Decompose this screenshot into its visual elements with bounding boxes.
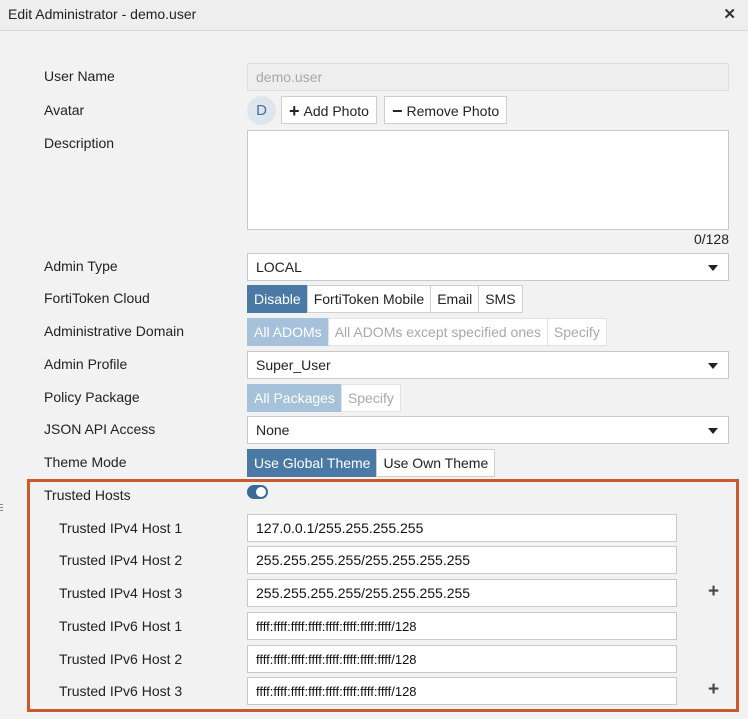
json-api-label: JSON API Access xyxy=(44,421,156,437)
avatar-label: Avatar xyxy=(44,102,85,118)
trusted-ipv4-host-2-input[interactable] xyxy=(247,546,677,574)
json-api-select[interactable]: None xyxy=(247,416,729,444)
fortitoken-cloud-label: FortiToken Cloud xyxy=(44,290,150,306)
json-api-value: None xyxy=(256,422,290,438)
trusted-host-label: Trusted IPv4 Host 2 xyxy=(59,552,183,568)
user-name-input[interactable] xyxy=(247,63,729,91)
trusted-host-label: Trusted IPv6 Host 1 xyxy=(59,618,183,634)
chevron-down-icon xyxy=(708,363,718,369)
policy-package-option-specify[interactable]: Specify xyxy=(340,384,401,412)
trusted-host-label: Trusted IPv4 Host 1 xyxy=(59,520,183,536)
admin-profile-value: Super_User xyxy=(256,357,331,373)
close-icon[interactable]: ✕ xyxy=(723,5,736,23)
trusted-hosts-toggle[interactable] xyxy=(247,485,268,499)
add-photo-label: Add Photo xyxy=(303,103,369,119)
policy-package-toggle-group: All Packages Specify xyxy=(247,384,401,412)
admin-type-select[interactable]: LOCAL xyxy=(247,253,729,281)
admin-domain-option-specify[interactable]: Specify xyxy=(546,318,607,346)
admin-type-value: LOCAL xyxy=(256,259,302,275)
policy-package-option-all[interactable]: All Packages xyxy=(247,384,342,412)
fortitoken-option-disable[interactable]: Disable xyxy=(247,285,308,313)
chevron-down-icon xyxy=(708,428,718,434)
description-textarea[interactable] xyxy=(247,130,729,230)
description-counter: 0/128 xyxy=(693,231,729,247)
trusted-host-label: Trusted IPv6 Host 3 xyxy=(59,683,183,699)
toggle-knob xyxy=(256,487,266,497)
user-name-label: User Name xyxy=(44,68,115,84)
fortitoken-cloud-toggle-group: Disable FortiToken Mobile Email SMS xyxy=(247,285,523,313)
edge-marker xyxy=(0,504,3,505)
admin-type-label: Admin Type xyxy=(44,258,118,274)
admin-profile-select[interactable]: Super_User xyxy=(247,351,729,379)
admin-domain-option-except[interactable]: All ADOMs except specified ones xyxy=(327,318,548,346)
theme-option-global[interactable]: Use Global Theme xyxy=(247,449,378,477)
theme-mode-label: Theme Mode xyxy=(44,454,127,470)
admin-domain-label: Administrative Domain xyxy=(44,323,185,339)
trusted-ipv4-host-1-input[interactable] xyxy=(247,514,677,542)
trusted-ipv6-host-2-input[interactable] xyxy=(247,645,677,673)
policy-package-label: Policy Package xyxy=(44,389,140,405)
admin-profile-label: Admin Profile xyxy=(44,356,128,372)
trusted-ipv6-host-3-input[interactable] xyxy=(247,677,677,705)
plus-icon: + xyxy=(289,101,300,121)
fortitoken-option-email[interactable]: Email xyxy=(430,285,480,313)
remove-photo-label: Remove Photo xyxy=(406,103,500,119)
chevron-down-icon xyxy=(708,265,718,271)
fortitoken-option-mobile[interactable]: FortiToken Mobile xyxy=(306,285,432,313)
add-ipv6-host-icon[interactable]: + xyxy=(708,679,719,701)
trusted-host-label: Trusted IPv6 Host 2 xyxy=(59,651,183,667)
dialog-title-bar: Edit Administrator - demo.user ✕ xyxy=(0,0,748,31)
admin-domain-option-all[interactable]: All ADOMs xyxy=(247,318,329,346)
fortitoken-option-sms[interactable]: SMS xyxy=(478,285,523,313)
trusted-hosts-label: Trusted Hosts xyxy=(44,487,131,503)
avatar: D xyxy=(247,96,276,125)
trusted-ipv6-host-1-input[interactable] xyxy=(247,612,677,640)
theme-option-own[interactable]: Use Own Theme xyxy=(376,449,496,477)
edge-marker xyxy=(0,510,3,511)
description-label: Description xyxy=(44,135,115,151)
add-ipv4-host-icon[interactable]: + xyxy=(708,581,719,603)
theme-mode-toggle-group: Use Global Theme Use Own Theme xyxy=(247,449,496,477)
remove-photo-button[interactable]: − Remove Photo xyxy=(384,96,508,124)
admin-domain-toggle-group: All ADOMs All ADOMs except specified one… xyxy=(247,318,607,346)
edge-marker xyxy=(0,507,3,508)
trusted-host-label: Trusted IPv4 Host 3 xyxy=(59,585,183,601)
trusted-ipv4-host-3-input[interactable] xyxy=(247,579,677,607)
minus-icon: − xyxy=(392,101,403,121)
dialog-title: Edit Administrator - demo.user xyxy=(8,6,197,22)
add-photo-button[interactable]: + Add Photo xyxy=(281,96,377,124)
